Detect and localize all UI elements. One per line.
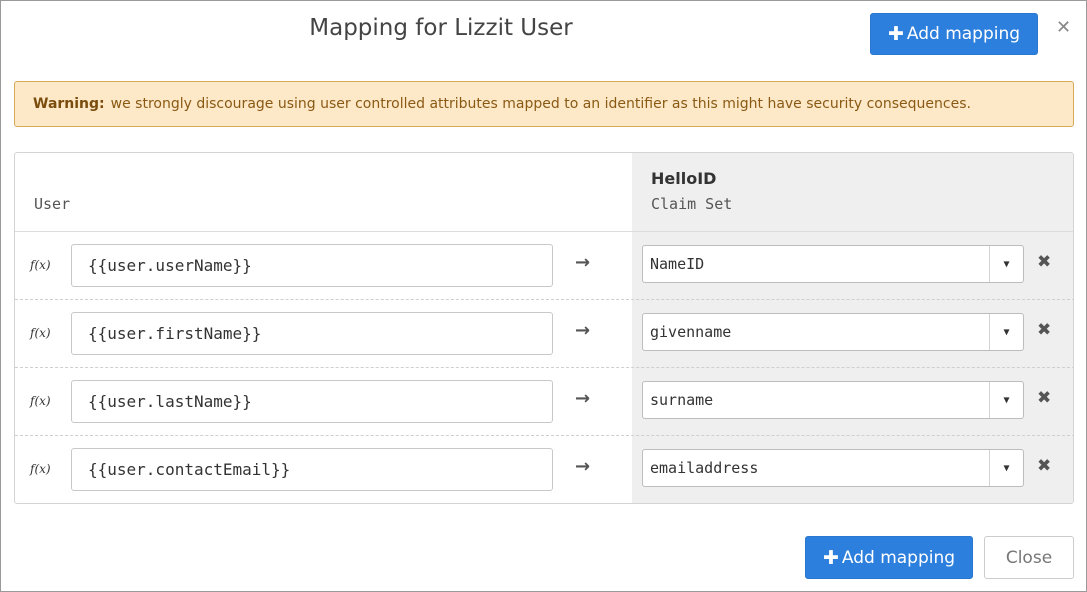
function-icon[interactable]: f(x) [30,258,51,272]
user-column-header: User [34,195,71,213]
add-mapping-button-top[interactable]: ✚ Add mapping [870,13,1038,55]
claim-select[interactable]: surname ▼ [642,381,1024,419]
close-button[interactable]: Close [984,536,1074,579]
claim-select-value: emailaddress [650,459,759,477]
mapping-row: f(x) {{user.userName}} → NameID ▼ ✖ [15,232,1073,300]
add-mapping-button-bottom[interactable]: ✚ Add mapping [805,536,973,579]
remove-icon[interactable]: ✖ [1037,252,1051,272]
mapping-row: f(x) {{user.lastName}} → surname ▼ ✖ [15,368,1073,436]
expression-input[interactable]: {{user.userName}} [71,244,553,287]
remove-icon[interactable]: ✖ [1037,456,1051,476]
claim-column-subtitle: Claim Set [651,195,733,213]
expression-input[interactable]: {{user.firstName}} [71,312,553,355]
claim-select[interactable]: emailaddress ▼ [642,449,1024,487]
warning-label: Warning: [33,96,105,112]
mapping-dialog: Mapping for Lizzit User ✚ Add mapping ✕ … [0,0,1087,592]
chevron-down-icon[interactable]: ▼ [989,450,1023,486]
claim-select-value: surname [650,391,714,409]
add-mapping-label: Add mapping [906,24,1021,44]
arrow-right-icon: → [575,388,591,409]
chevron-down-icon[interactable]: ▼ [989,382,1023,418]
warning-text: we strongly discourage using user contro… [110,96,971,112]
mapping-row: f(x) {{user.firstName}} → givenname ▼ ✖ [15,300,1073,368]
expression-input[interactable]: {{user.lastName}} [71,380,553,423]
arrow-right-icon: → [575,456,591,477]
function-icon[interactable]: f(x) [30,394,51,408]
claim-select[interactable]: givenname ▼ [642,313,1024,351]
mapping-table: User HelloID Claim Set f(x) {{user.userN… [14,152,1074,504]
expression-input[interactable]: {{user.contactEmail}} [71,448,553,491]
function-icon[interactable]: f(x) [30,326,51,340]
claim-select[interactable]: NameID ▼ [642,245,1024,283]
arrow-right-icon: → [575,320,591,341]
close-icon[interactable]: ✕ [1056,17,1071,38]
security-warning: Warning: we strongly discourage using us… [14,81,1074,127]
claim-select-value: givenname [650,323,732,341]
add-mapping-label: Add mapping [841,547,956,568]
chevron-down-icon[interactable]: ▼ [989,246,1023,282]
plus-icon: ✚ [822,546,839,569]
remove-icon[interactable]: ✖ [1037,320,1051,340]
chevron-down-icon[interactable]: ▼ [989,314,1023,350]
dialog-title: Mapping for Lizzit User [309,15,573,41]
function-icon[interactable]: f(x) [30,462,51,476]
mapping-row: f(x) {{user.contactEmail}} → emailaddres… [15,436,1073,503]
arrow-right-icon: → [575,252,591,273]
plus-icon: ✚ [887,23,904,45]
claim-select-value: NameID [650,255,705,273]
claim-column-title: HelloID [651,169,717,188]
remove-icon[interactable]: ✖ [1037,388,1051,408]
